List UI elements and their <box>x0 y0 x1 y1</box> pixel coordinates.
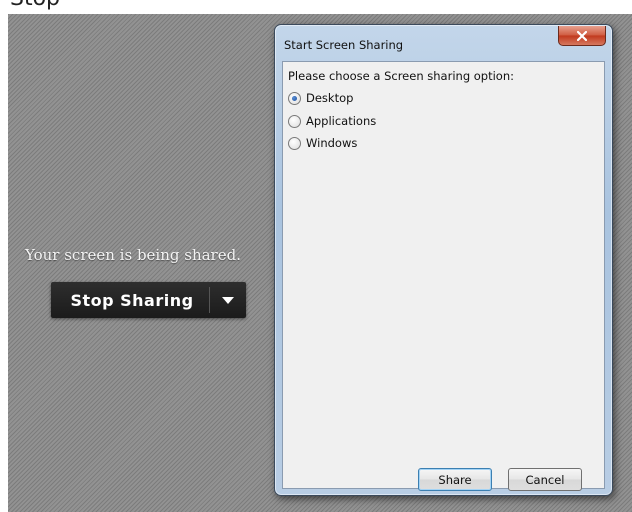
close-button[interactable] <box>558 26 606 46</box>
radio-windows[interactable] <box>288 136 301 150</box>
stop-sharing-button[interactable]: Stop Sharing <box>51 282 246 318</box>
stop-sharing-dropdown[interactable] <box>210 282 246 318</box>
share-button[interactable]: Share <box>418 468 492 491</box>
caret-down-icon <box>222 296 234 304</box>
top-strip-text: Stop <box>10 0 60 11</box>
share-status-text: Your screen is being shared. <box>25 246 241 264</box>
option-windows-label: Windows <box>306 136 358 150</box>
radio-applications[interactable] <box>288 114 301 128</box>
option-windows[interactable]: Windows <box>288 135 357 151</box>
dialog-title: Start Screen Sharing <box>284 38 404 52</box>
stop-sharing-label: Stop Sharing <box>70 290 194 310</box>
option-desktop-label: Desktop <box>306 91 354 105</box>
option-desktop[interactable]: Desktop <box>288 90 353 106</box>
start-screen-sharing-dialog: Start Screen Sharing Please choose a Scr… <box>274 24 613 496</box>
close-icon <box>577 30 587 41</box>
option-applications-label: Applications <box>306 114 377 128</box>
dialog-prompt: Please choose a Screen sharing option: <box>288 69 515 83</box>
radio-desktop[interactable] <box>288 91 301 105</box>
option-applications[interactable]: Applications <box>288 113 376 129</box>
top-strip: Stop <box>0 0 632 14</box>
cancel-button[interactable]: Cancel <box>508 468 582 491</box>
dialog-content: Please choose a Screen sharing option: D… <box>282 61 605 491</box>
